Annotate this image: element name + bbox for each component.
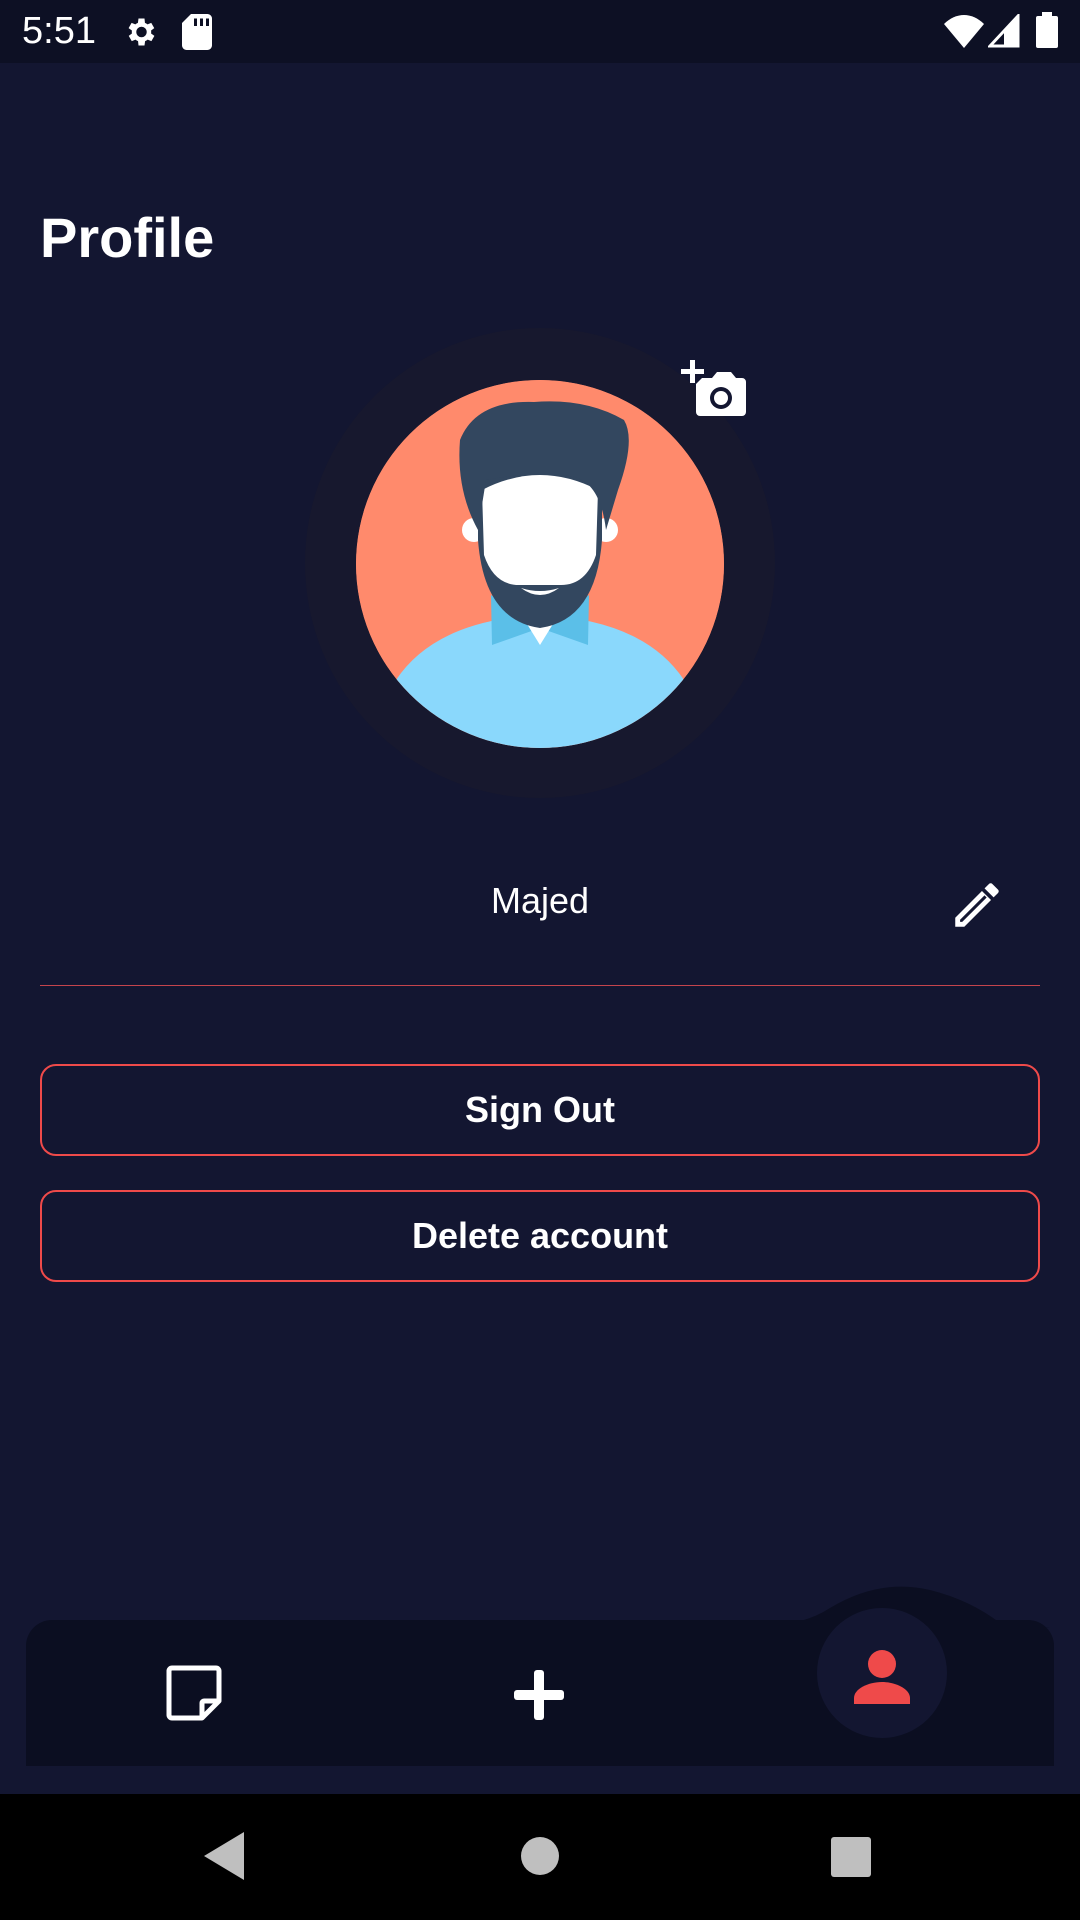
- status-time: 5:51: [22, 10, 96, 52]
- avatar[interactable]: [356, 380, 724, 748]
- battery-icon: [1036, 12, 1058, 53]
- edit-name-button[interactable]: [948, 876, 1006, 934]
- delete-account-button[interactable]: Delete account: [40, 1190, 1040, 1282]
- system-nav-bar: [0, 1794, 1080, 1920]
- wifi-icon: [944, 14, 984, 53]
- page-title: Profile: [40, 206, 215, 269]
- nav-item-notes[interactable]: [166, 1664, 224, 1727]
- signal-icon: [986, 12, 1020, 53]
- add-a-photo-icon: [681, 360, 746, 416]
- sign-out-button[interactable]: Sign Out: [40, 1064, 1040, 1156]
- person-icon: [854, 1650, 910, 1704]
- back-icon[interactable]: [204, 1832, 244, 1885]
- pencil-icon: [955, 883, 999, 927]
- user-name: Majed: [490, 880, 590, 921]
- note-icon: [166, 1665, 222, 1721]
- divider: [40, 985, 1040, 986]
- status-bar: 5:51: [0, 0, 1080, 63]
- home-icon[interactable]: [520, 1836, 560, 1881]
- nav-item-profile[interactable]: [852, 1646, 912, 1711]
- plus-icon: [514, 1670, 564, 1720]
- gear-icon: [122, 14, 158, 55]
- recents-icon[interactable]: [830, 1836, 872, 1883]
- default-avatar-icon: [356, 380, 724, 748]
- change-photo-button[interactable]: [680, 360, 746, 420]
- sd-card-icon: [182, 14, 212, 55]
- nav-item-add[interactable]: [512, 1668, 566, 1727]
